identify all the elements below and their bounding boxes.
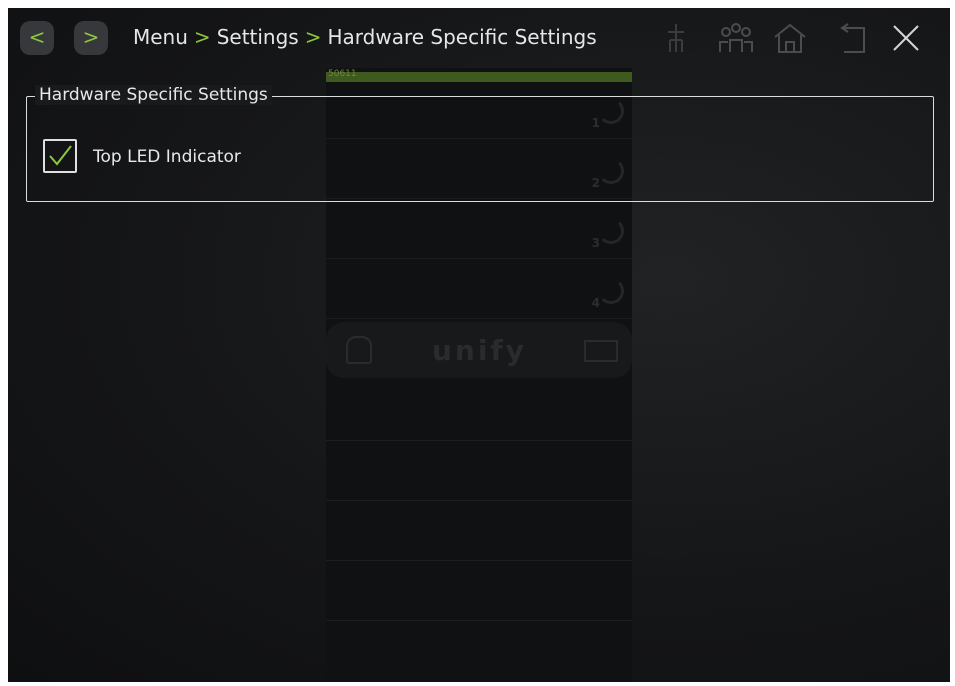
background-divider (326, 620, 632, 621)
phone-screen: 50611 1 2 3 4 unify < > Menu > Settings > Ha… (8, 8, 950, 682)
background-divider (326, 440, 632, 441)
back-arrow-icon[interactable] (834, 20, 870, 56)
background-line-number: 3 (591, 236, 600, 250)
back-button[interactable]: < (20, 21, 54, 55)
top-led-checkbox[interactable] (43, 139, 77, 173)
breadcrumb-settings[interactable]: Settings (217, 25, 299, 49)
group-title: Hardware Specific Settings (35, 85, 272, 105)
bell-icon (346, 336, 372, 364)
background-strip-label: 50611 (328, 69, 357, 79)
background-line-number: 4 (591, 296, 600, 310)
breadcrumb-current: Hardware Specific Settings (327, 25, 597, 49)
background-line-row: 3 (326, 202, 632, 259)
screen-icon (584, 340, 618, 362)
background-divider (326, 560, 632, 561)
forward-button[interactable]: > (74, 21, 108, 55)
breadcrumb-menu[interactable]: Menu (133, 25, 188, 49)
background-brand-bar: unify (326, 322, 632, 378)
checkmark-icon (49, 145, 72, 166)
breadcrumb-separator: > (304, 25, 322, 49)
brand-logo: unify (432, 334, 527, 367)
chevron-left-icon: < (28, 25, 46, 49)
top-led-label[interactable]: Top LED Indicator (93, 147, 241, 167)
phone-icon (598, 218, 624, 244)
background-divider (326, 500, 632, 501)
header-bar: < > Menu > Settings > Hardware Specific Sett… (8, 8, 950, 68)
hardware-settings-group: Hardware Specific Settings Top LED Indic… (26, 85, 934, 202)
background-status-strip: 50611 (326, 69, 632, 82)
breadcrumb: Menu > Settings > Hardware Specific Settings (133, 25, 597, 49)
phone-icon (598, 278, 624, 304)
chevron-right-icon: > (82, 25, 100, 49)
network-icon[interactable] (658, 20, 694, 56)
breadcrumb-separator: > (193, 25, 211, 49)
background-line-row: 4 (326, 262, 632, 319)
contacts-icon[interactable] (718, 20, 754, 56)
close-icon[interactable] (888, 20, 924, 56)
home-icon[interactable] (772, 20, 808, 56)
